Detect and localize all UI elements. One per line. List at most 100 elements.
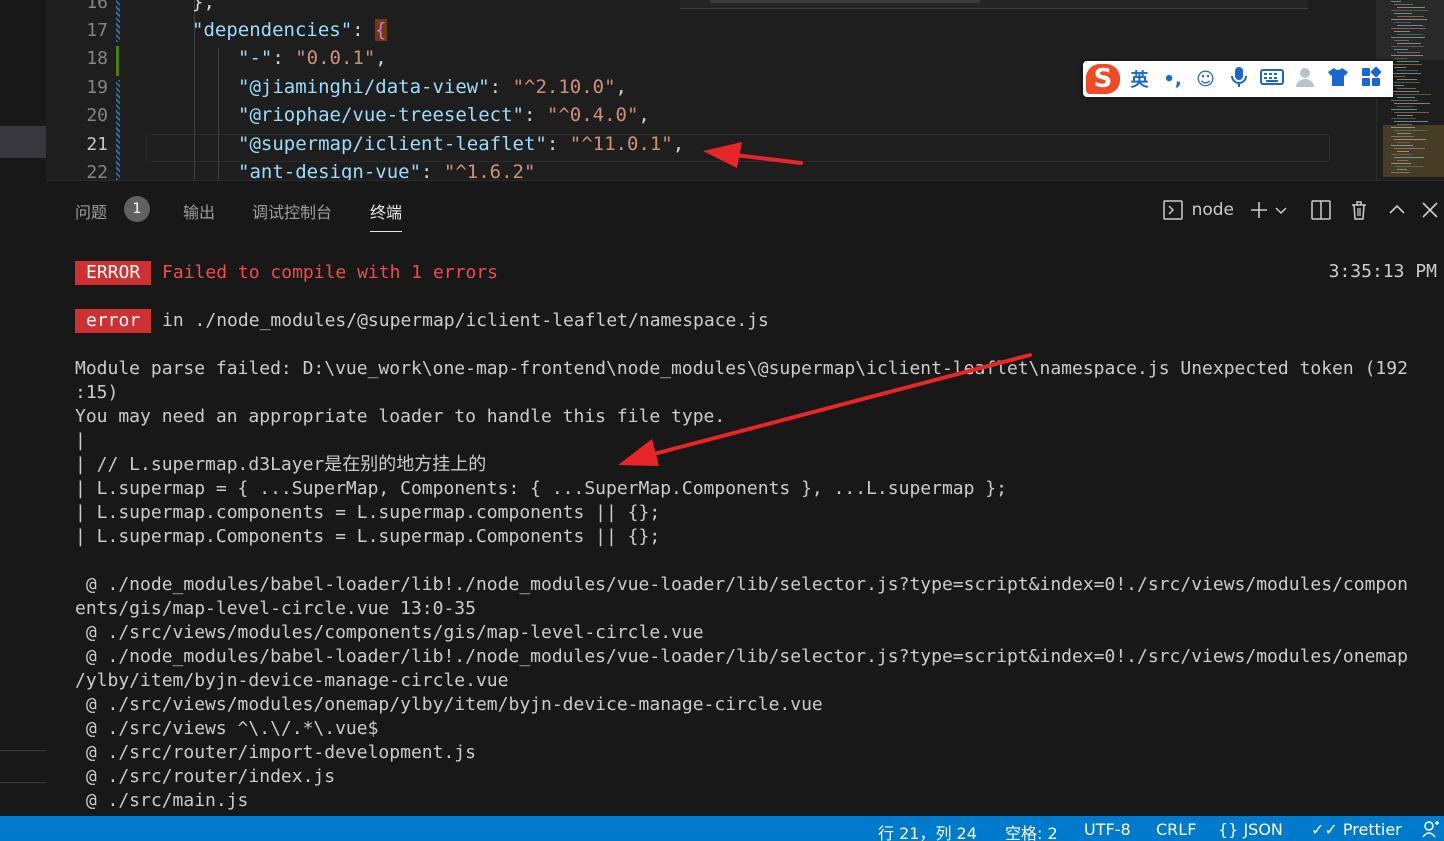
minimap-line: [1394, 22, 1411, 23]
split-terminal-icon[interactable]: [1302, 197, 1340, 223]
ime-user-icon[interactable]: [1288, 67, 1321, 92]
activity-strip: [0, 0, 46, 816]
trash-icon[interactable]: [1340, 197, 1378, 223]
minimap-line: [1397, 124, 1412, 125]
ime-toolbox-icon[interactable]: [1354, 66, 1387, 92]
minimap-line: [1394, 103, 1430, 104]
minimap-line: [1394, 40, 1409, 41]
minimap-line: [1391, 100, 1418, 101]
terminal-icon[interactable]: [1160, 197, 1186, 223]
line-number: 18: [86, 48, 108, 69]
minimap-line: [1391, 145, 1413, 146]
language-mode[interactable]: {} JSON: [1218, 820, 1283, 839]
minimap-line: [1394, 112, 1429, 113]
git-modified-marker: [116, 0, 120, 42]
ime-language-toggle[interactable]: 英: [1123, 66, 1156, 92]
problems-count-badge: 1: [124, 196, 150, 222]
maximize-chevron-up-icon[interactable]: [1378, 197, 1416, 223]
braces-icon: {}: [1218, 820, 1239, 839]
code-line[interactable]: },: [192, 0, 215, 13]
minimap-line: [1397, 133, 1411, 134]
minimap-line: [1397, 106, 1414, 107]
line-number: 20: [86, 105, 108, 126]
code-token: ,: [672, 133, 685, 155]
minimap-line: [1394, 4, 1413, 5]
new-terminal-plus-icon[interactable]: [1246, 197, 1272, 223]
minimap-line: [1394, 139, 1426, 140]
ime-punctuation-icon[interactable]: •,: [1156, 69, 1189, 90]
terminal-line: @ ./node_modules/babel-loader/lib!./node…: [75, 574, 1408, 595]
minimap-line: [1394, 31, 1410, 32]
code-token: ,: [638, 104, 650, 126]
cursor-position[interactable]: 行 21，列 24: [878, 820, 977, 841]
feedback-icon[interactable]: [1422, 820, 1440, 841]
terminal-line: @ ./src/views ^\.\/.*\.vue$: [75, 718, 379, 739]
code-token: "^11.0.1": [569, 133, 673, 155]
ime-voice-icon[interactable]: [1222, 66, 1255, 93]
close-icon[interactable]: [1416, 197, 1444, 223]
minimap-line: [1394, 121, 1428, 122]
git-modified-marker: [116, 80, 120, 180]
terminal-line: @ ./src/router/index.js: [75, 766, 336, 787]
terminal-output[interactable]: ERROR Failed to compile with 1 errors er…: [75, 261, 1435, 811]
minimap-line: [1397, 25, 1423, 26]
ime-toolbar[interactable]: S 英 •, ☺: [1083, 61, 1393, 97]
minimap-line: [1397, 7, 1425, 8]
tab-problems[interactable]: 问题: [75, 199, 107, 223]
tab-output[interactable]: 输出: [183, 199, 215, 223]
minimap-line: [1391, 46, 1424, 47]
sogou-logo-icon[interactable]: S: [1083, 61, 1123, 97]
code-line[interactable]: "@supermap/iclient-leaflet": "^11.0.1",: [238, 133, 684, 155]
minimap-line: [1391, 91, 1419, 92]
chevron-down-icon[interactable]: [1272, 197, 1290, 223]
minimap-line: [1391, 10, 1428, 11]
git-added-marker: [116, 46, 119, 76]
code-line[interactable]: "ant-design-vue": "^1.6.2": [238, 161, 535, 180]
minimap-line: [1391, 154, 1412, 155]
indent-guide: [218, 48, 219, 180]
line-number: 17: [86, 20, 108, 41]
prettier-label: Prettier: [1342, 820, 1402, 839]
tab-debug-console[interactable]: 调试控制台: [252, 199, 332, 223]
minimap-line: [1397, 97, 1415, 98]
code-token: "^0.4.0": [546, 104, 639, 126]
minimap-line: [1391, 136, 1414, 137]
ime-keyboard-icon[interactable]: [1255, 68, 1288, 91]
minimap-line: [1394, 13, 1412, 14]
minimap-line: [1397, 151, 1409, 152]
minimap-line: [1397, 142, 1410, 143]
prettier-status[interactable]: ✓✓ Prettier: [1311, 820, 1402, 839]
strip-divider: [0, 750, 46, 751]
double-check-icon: ✓✓: [1311, 820, 1338, 839]
minimap-line: [1394, 85, 1404, 86]
code-token: "^2.10.0": [512, 76, 616, 98]
code-token: :: [352, 19, 376, 41]
code-line[interactable]: "@riophae/vue-treeselect": "^0.4.0",: [238, 104, 650, 126]
minimap-line: [1397, 160, 1408, 161]
tab-terminal[interactable]: 终端: [370, 199, 403, 232]
minimap-line: [1391, 64, 1422, 65]
code-token: "@riophae/vue-treeselect": [238, 104, 524, 126]
terminal-line: | L.supermap = { ...SuperMap, Components…: [75, 478, 1007, 499]
terminal-line: ents/gis/map-level-circle.vue 13:0-35: [75, 598, 476, 619]
code-line[interactable]: "-": "0.0.1",: [238, 47, 387, 69]
code-token: :: [546, 133, 570, 155]
line-ending[interactable]: CRLF: [1156, 820, 1196, 839]
terminal-name[interactable]: node: [1186, 197, 1246, 223]
minimap-line: [1394, 76, 1405, 77]
code-line[interactable]: "@jiaminghi/data-view": "^2.10.0",: [238, 76, 627, 98]
code-line[interactable]: "dependencies": {: [192, 19, 387, 41]
code-token: :: [421, 161, 444, 180]
indentation[interactable]: 空格: 2: [1005, 820, 1058, 841]
language-label: JSON: [1243, 820, 1283, 839]
terminal-line: | L.supermap.Components = L.supermap.Com…: [75, 526, 661, 547]
ime-emoji-icon[interactable]: ☺: [1189, 69, 1222, 90]
ime-skin-icon[interactable]: [1321, 67, 1354, 92]
encoding[interactable]: UTF-8: [1084, 820, 1131, 839]
code-token: "ant-design-vue": [238, 161, 422, 180]
code-token: ,: [375, 47, 387, 69]
minimap-line: [1391, 1, 1401, 2]
code-token: "@jiaminghi/data-view": [238, 76, 490, 98]
minimap-line: [1397, 52, 1420, 53]
terminal-line: @ ./node_modules/babel-loader/lib!./node…: [75, 646, 1408, 667]
